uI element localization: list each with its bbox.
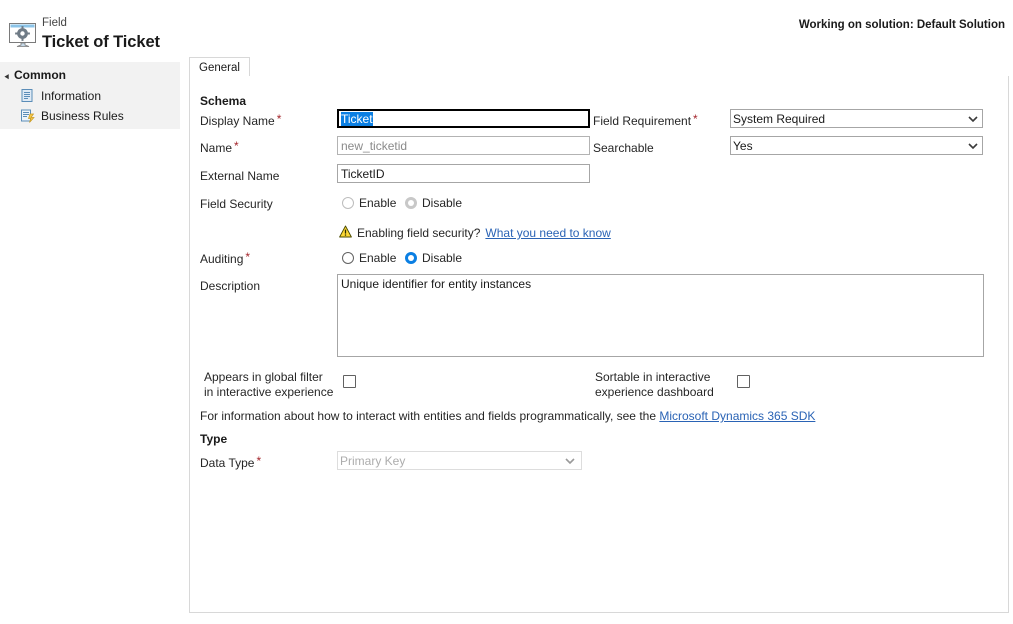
tabstrip: General	[189, 57, 1009, 77]
page-title: Ticket of Ticket	[42, 32, 160, 52]
field-security-enable-radio: Enable	[342, 196, 396, 210]
field-requirement-label: Field Requirement*	[593, 114, 698, 128]
global-filter-label: Appears in global filter in interactive …	[204, 370, 334, 400]
description-textarea[interactable]: Unique identifier for entity instances	[337, 274, 984, 357]
description-label: Description	[200, 279, 260, 293]
external-name-input[interactable]	[337, 164, 590, 183]
field-security-disable-radio: Disable	[405, 196, 462, 210]
display-name-label: Display Name*	[200, 114, 281, 128]
sidebar-item-information[interactable]: Information	[20, 86, 101, 105]
auditing-disable-radio[interactable]: Disable	[405, 251, 462, 265]
sidebar-item-label: Information	[41, 89, 101, 103]
sidebar: ◂Common Information	[0, 62, 180, 129]
required-asterisk: *	[277, 112, 282, 126]
name-label: Name*	[200, 141, 239, 155]
section-title-type: Type	[200, 432, 227, 446]
sortable-checkbox[interactable]	[737, 375, 750, 388]
page-header: Field Ticket of Ticket Working on soluti…	[0, 0, 1013, 62]
field-security-warning: Enabling field security? What you need t…	[339, 225, 611, 241]
radio-label: Enable	[359, 196, 396, 210]
name-input	[337, 136, 590, 155]
what-you-need-to-know-link[interactable]: What you need to know	[485, 226, 610, 240]
sdk-note: For information about how to interact wi…	[200, 409, 815, 423]
warning-triangle-icon	[339, 225, 352, 241]
searchable-select[interactable]: Yes	[730, 136, 983, 155]
field-security-label: Field Security	[200, 197, 273, 211]
field-form-panel: Schema Display Name* Ticket Field Requir…	[189, 76, 1009, 613]
display-name-selected-text: Ticket	[341, 112, 373, 126]
sidebar-item-label: Business Rules	[41, 109, 124, 123]
header-text-block: Field Ticket of Ticket	[42, 16, 160, 52]
dynamics-365-sdk-link[interactable]: Microsoft Dynamics 365 SDK	[659, 409, 815, 423]
radio-circle	[405, 252, 417, 264]
data-type-label: Data Type*	[200, 456, 261, 470]
auditing-label: Auditing*	[200, 252, 250, 266]
radio-circle	[342, 197, 354, 209]
working-on-solution-label: Working on solution: Default Solution	[799, 19, 1005, 31]
required-asterisk: *	[693, 112, 698, 126]
chevron-expanded-icon: ◂	[5, 71, 14, 82]
information-page-icon	[20, 88, 35, 103]
searchable-label: Searchable	[593, 141, 654, 155]
radio-circle	[405, 197, 417, 209]
business-rules-icon	[20, 108, 35, 123]
external-name-label: External Name	[200, 169, 279, 183]
auditing-enable-radio[interactable]: Enable	[342, 251, 396, 265]
required-asterisk: *	[234, 139, 239, 153]
sdk-note-text: For information about how to interact wi…	[200, 409, 656, 423]
tab-general[interactable]: General	[189, 57, 250, 77]
radio-label: Disable	[422, 196, 462, 210]
section-title-schema: Schema	[200, 94, 246, 108]
radio-label: Disable	[422, 251, 462, 265]
sidebar-group-common[interactable]: ◂Common	[4, 68, 66, 82]
data-type-select: Primary Key	[337, 451, 582, 470]
field-requirement-select[interactable]: System Required	[730, 109, 983, 128]
field-security-warning-text: Enabling field security?	[357, 226, 480, 240]
sidebar-item-business-rules[interactable]: Business Rules	[20, 106, 124, 125]
display-name-input[interactable]: Ticket	[337, 109, 590, 128]
radio-circle	[342, 252, 354, 264]
radio-label: Enable	[359, 251, 396, 265]
required-asterisk: *	[245, 250, 250, 264]
window-gear-icon	[8, 22, 38, 48]
entity-type-label: Field	[42, 16, 160, 30]
global-filter-checkbox[interactable]	[343, 375, 356, 388]
sortable-label: Sortable in interactive experience dashb…	[595, 370, 725, 400]
required-asterisk: *	[256, 454, 261, 468]
sidebar-group-label: Common	[14, 68, 66, 82]
